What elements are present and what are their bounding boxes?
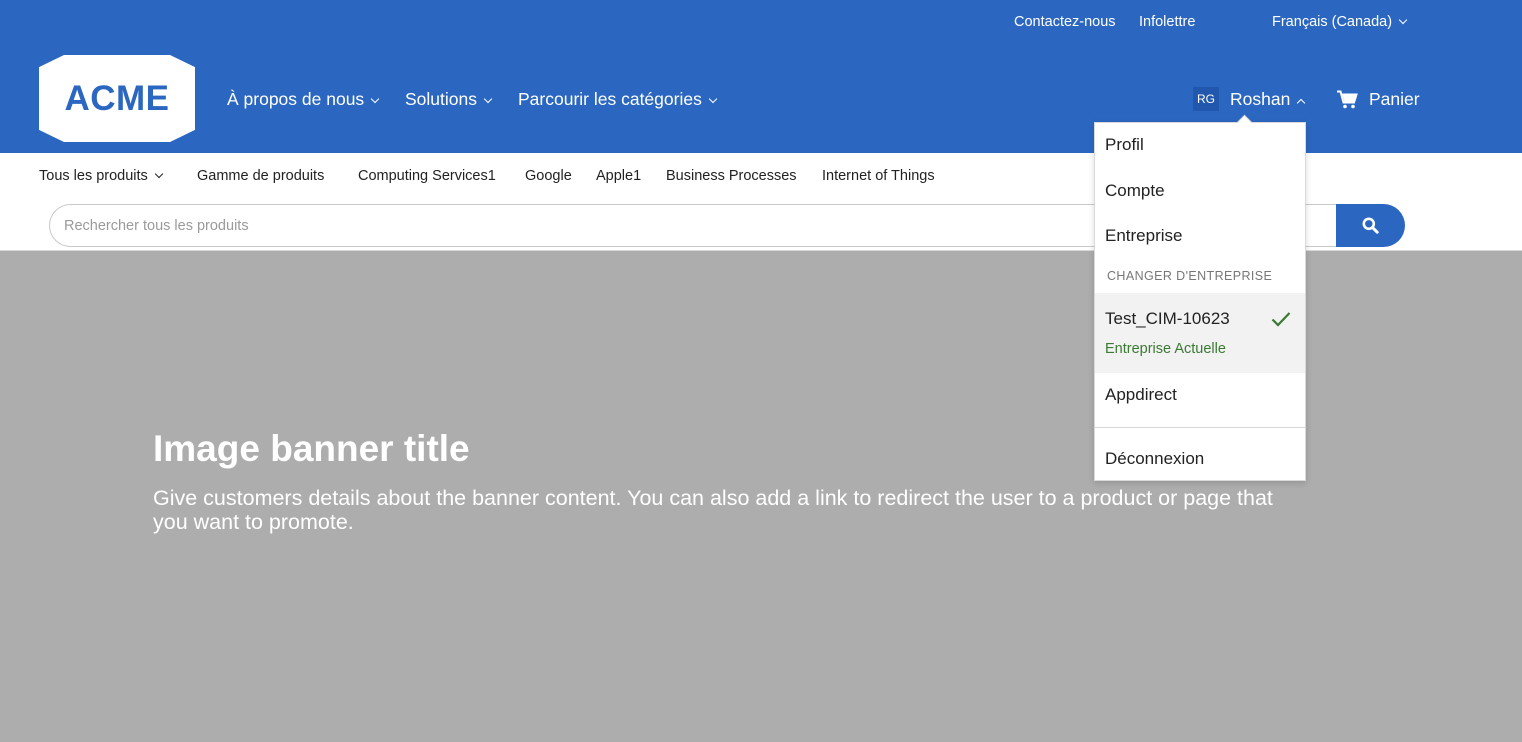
menu-item-profile[interactable]: Profil: [1095, 134, 1305, 156]
nav-about[interactable]: À propos de nous: [227, 88, 380, 110]
checkmark-icon: [1271, 312, 1291, 327]
nav-solutions-label: Solutions: [405, 89, 477, 109]
chevron-up-icon: [1297, 98, 1306, 108]
chevron-down-icon: [1398, 15, 1408, 25]
cart-icon: [1337, 90, 1358, 108]
subnav-all-products-label: Tous les produits: [39, 168, 148, 184]
search-icon: [1362, 217, 1379, 234]
company-option-appdirect[interactable]: Appdirect: [1095, 384, 1305, 406]
acme-logo[interactable]: ACME: [39, 55, 195, 142]
menu-item-company[interactable]: Entreprise: [1095, 225, 1305, 247]
cart-button[interactable]: Panier: [1337, 88, 1420, 110]
switch-company-heading: CHANGER D'ENTREPRISE: [1107, 269, 1273, 283]
cart-label: Panier: [1369, 89, 1420, 109]
nav-solutions[interactable]: Solutions: [405, 88, 493, 110]
language-label: Français (Canada): [1272, 14, 1393, 30]
menu-item-logout[interactable]: Déconnexion: [1095, 448, 1305, 470]
search-button[interactable]: [1336, 204, 1405, 247]
subnav-item-internet-of-things[interactable]: Internet of Things: [822, 167, 935, 185]
subnav-item-google[interactable]: Google: [525, 167, 572, 185]
contact-link[interactable]: Contactez-nous: [1014, 13, 1116, 31]
current-company-status: Entreprise Actuelle: [1105, 341, 1226, 357]
chevron-down-icon: [483, 94, 493, 104]
chevron-down-icon: [154, 169, 164, 179]
subnav-item-computing-services[interactable]: Computing Services1: [358, 167, 496, 185]
logo-text: ACME: [64, 78, 170, 118]
banner-description: Give customers details about the banner …: [153, 486, 1273, 534]
banner-title: Image banner title: [153, 428, 470, 469]
chevron-down-icon: [708, 94, 718, 104]
user-dropdown-menu: Profil Compte Entreprise CHANGER D'ENTRE…: [1094, 122, 1306, 481]
nav-about-label: À propos de nous: [227, 89, 365, 109]
current-company-name: Test_CIM-10623: [1105, 309, 1230, 328]
subnav-item-product-range[interactable]: Gamme de produits: [197, 167, 324, 185]
user-name: Roshan: [1230, 89, 1291, 109]
language-selector[interactable]: Français (Canada): [1272, 13, 1408, 31]
user-menu-toggle[interactable]: Roshan: [1230, 88, 1306, 110]
subnav-item-business-processes[interactable]: Business Processes: [666, 167, 797, 185]
subnav-item-apple[interactable]: Apple1: [596, 167, 641, 185]
chevron-down-icon: [370, 94, 380, 104]
menu-divider: [1095, 427, 1305, 428]
user-avatar[interactable]: RG: [1193, 87, 1219, 111]
nav-categories-label: Parcourir les catégories: [518, 89, 702, 109]
company-option-current[interactable]: Test_CIM-10623 Entreprise Actuelle: [1095, 293, 1305, 373]
subnav-all-products[interactable]: Tous les produits: [39, 167, 164, 185]
nav-categories[interactable]: Parcourir les catégories: [518, 88, 718, 110]
menu-item-account[interactable]: Compte: [1095, 180, 1305, 202]
newsletter-link[interactable]: Infolettre: [1139, 13, 1195, 31]
